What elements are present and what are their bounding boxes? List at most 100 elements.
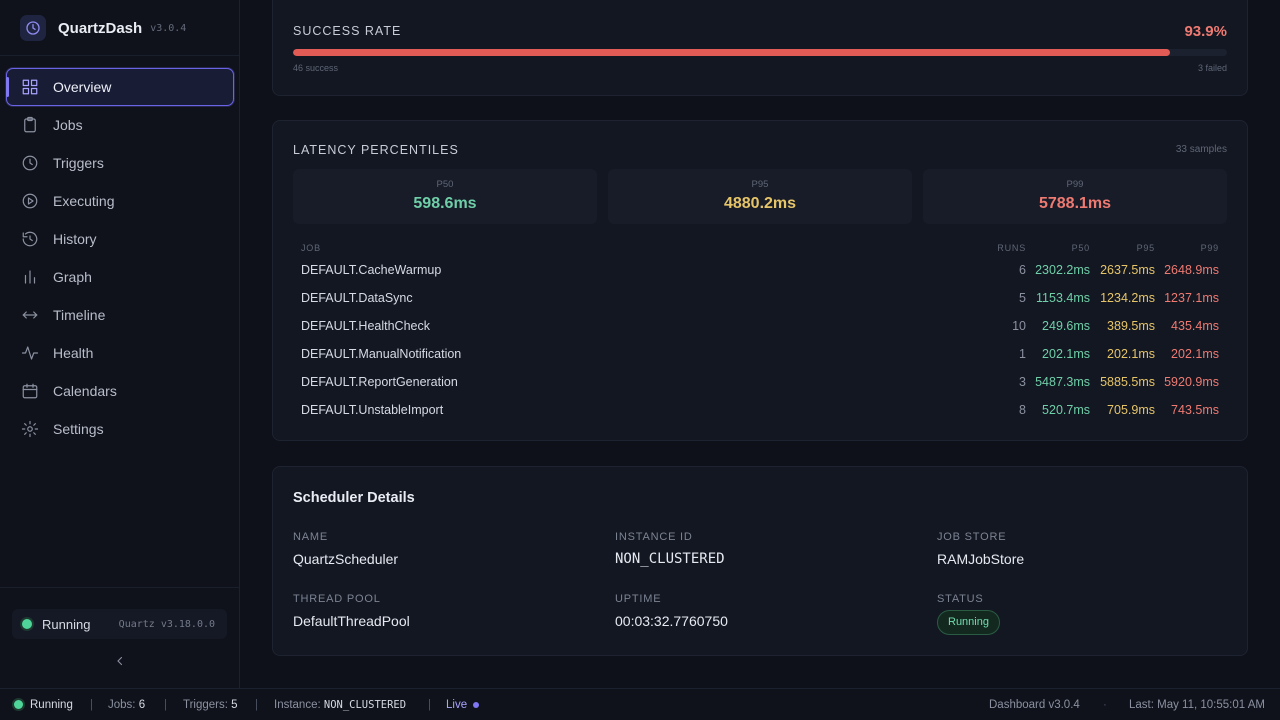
chevron-left-icon	[117, 656, 123, 666]
jobs-count: 6	[138, 699, 146, 711]
live-label: Live	[446, 699, 468, 711]
success-rate-card: SUCCESS RATE 93.9% 46 success 3 failed	[272, 0, 1248, 96]
sidebar-item-history[interactable]: History	[6, 220, 234, 258]
sidebar-item-overview[interactable]: Overview	[6, 68, 234, 106]
runs-count: 10	[1012, 319, 1026, 333]
status-dot-icon	[22, 619, 32, 629]
p99-summary: P99 5788.1ms	[923, 169, 1227, 224]
live-indicator[interactable]: Live	[446, 689, 480, 720]
p50-cell: 202.1ms	[1042, 347, 1090, 361]
table-row: DEFAULT.ManualNotification 1 202.1ms 202…	[301, 340, 1219, 368]
sidebar-item-graph[interactable]: Graph	[6, 258, 234, 296]
p50-summary: P50 598.6ms	[293, 169, 597, 224]
p99-cell: 5920.9ms	[1164, 375, 1219, 389]
p95-cell: 2637.5ms	[1100, 263, 1155, 277]
app-version: v3.0.4	[150, 22, 187, 34]
success-count: 46 success	[293, 63, 339, 73]
clock-icon	[21, 154, 39, 172]
scheduler-name: QuartzScheduler	[293, 551, 399, 567]
divider	[0, 55, 239, 56]
p50-cell: 520.7ms	[1042, 403, 1090, 417]
triggers-count: 5	[231, 699, 238, 711]
column-header-runs: RUNS	[997, 243, 1026, 253]
separator: |	[164, 699, 167, 711]
sidebar-item-label: Settings	[53, 421, 104, 437]
sidebar-item-jobs[interactable]: Jobs	[6, 106, 234, 144]
bar-chart-icon	[21, 268, 39, 286]
history-icon	[21, 230, 39, 248]
card-title: LATENCY PERCENTILES	[293, 143, 459, 157]
p99-value: 5788.1ms	[1038, 195, 1112, 212]
sidebar-item-settings[interactable]: Settings	[6, 410, 234, 448]
status-label: STATUS	[937, 593, 984, 605]
job-store: RAMJobStore	[937, 551, 1025, 567]
p50-label: P50	[436, 179, 454, 190]
job-name: DEFAULT.HealthCheck	[301, 319, 430, 333]
job-store-label: JOB STORE	[937, 531, 1007, 543]
card-title: Scheduler Details	[293, 490, 415, 506]
sidebar-item-executing[interactable]: Executing	[6, 182, 234, 220]
job-name: DEFAULT.CacheWarmup	[301, 263, 442, 277]
sidebar-nav: Overview Jobs Triggers Executing History…	[6, 68, 234, 448]
quartz-version: Quartz v3.18.0.0	[118, 618, 215, 630]
instance-id: NON_CLUSTERED	[615, 551, 725, 567]
p50-value: 598.6ms	[413, 195, 477, 212]
job-name: DEFAULT.DataSync	[301, 291, 413, 305]
p95-label: P95	[751, 179, 769, 190]
runs-count: 5	[1019, 291, 1026, 305]
job-name: DEFAULT.UnstableImport	[301, 403, 444, 417]
p50-cell: 2302.2ms	[1035, 263, 1090, 277]
p99-cell: 435.4ms	[1171, 319, 1219, 333]
sidebar-item-health[interactable]: Health	[6, 334, 234, 372]
table-row: DEFAULT.ReportGeneration 3 5487.3ms 5885…	[301, 368, 1219, 396]
collapse-sidebar-button[interactable]	[111, 652, 129, 670]
runs-count: 1	[1019, 347, 1026, 361]
column-header-job: JOB	[301, 243, 321, 253]
sidebar-item-triggers[interactable]: Triggers	[6, 144, 234, 182]
brand[interactable]: QuartzDash v3.0.4	[20, 14, 186, 42]
separator: |	[255, 699, 258, 711]
status-dot-icon	[14, 700, 23, 710]
scheduler-status-label: Running	[42, 616, 91, 632]
table-row: DEFAULT.DataSync 5 1153.4ms 1234.2ms 123…	[301, 284, 1219, 312]
column-header-p95: P95	[1136, 243, 1155, 253]
triggers-label: Triggers:	[183, 699, 228, 711]
statusbar-triggers: Triggers: 5	[183, 689, 238, 720]
sidebar-item-calendars[interactable]: Calendars	[6, 372, 234, 410]
runs-count: 6	[1019, 263, 1026, 277]
separator: |	[428, 699, 431, 711]
sidebar-item-label: Health	[53, 345, 94, 361]
last-updated: Last: May 11, 10:55:01 AM	[1129, 699, 1265, 711]
runs-count: 8	[1019, 403, 1026, 417]
thread-pool-label: THREAD POOL	[293, 593, 381, 605]
separator: ·	[1103, 699, 1107, 711]
thread-pool: DefaultThreadPool	[293, 613, 410, 629]
uptime-label: UPTIME	[615, 593, 662, 605]
p95-cell: 202.1ms	[1107, 347, 1155, 361]
p95-cell: 389.5ms	[1107, 319, 1155, 333]
sidebar-item-timeline[interactable]: Timeline	[6, 296, 234, 334]
sidebar-item-label: History	[53, 231, 97, 247]
grid-icon	[21, 78, 39, 96]
activity-icon	[21, 344, 39, 362]
success-rate-bar	[293, 49, 1227, 56]
sidebar-item-label: Triggers	[53, 155, 104, 171]
failed-count: 3 failed	[1197, 63, 1227, 73]
card-title: SUCCESS RATE	[293, 24, 402, 38]
job-name: DEFAULT.ManualNotification	[301, 347, 462, 361]
instance-id-label: INSTANCE ID	[615, 531, 693, 543]
table-row: DEFAULT.UnstableImport 8 520.7ms 705.9ms…	[301, 396, 1219, 424]
name-label: NAME	[293, 531, 328, 543]
runs-count: 3	[1019, 375, 1026, 389]
calendar-icon	[21, 382, 39, 400]
p99-cell: 1237.1ms	[1164, 291, 1219, 305]
p99-cell: 202.1ms	[1171, 347, 1219, 361]
scheduler-details-card: Scheduler Details NAME QuartzScheduler I…	[272, 466, 1248, 656]
p50-cell: 249.6ms	[1042, 319, 1090, 333]
clock-logo-icon	[20, 15, 46, 41]
p95-value: 4880.2ms	[723, 195, 797, 212]
instance-label: Instance:	[274, 699, 321, 711]
play-circle-icon	[21, 192, 39, 210]
status-bar: Running | Jobs: 6 | Triggers: 5 | Instan…	[0, 688, 1280, 720]
status-badge: Running	[937, 610, 1000, 635]
